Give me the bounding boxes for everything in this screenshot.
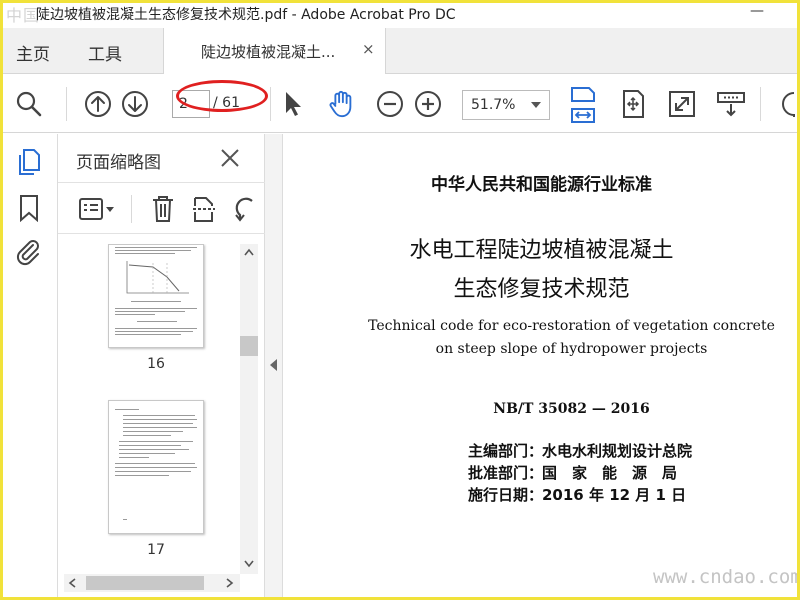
app-logo: 中国 — [6, 6, 41, 25]
scrollbar-thumb[interactable] — [86, 576, 204, 590]
panel-toolbar — [58, 182, 265, 234]
scrollbar-thumb[interactable] — [240, 336, 258, 356]
document-title-line2: 生态修复技术规范 — [453, 277, 630, 302]
collapse-panel-icon[interactable] — [270, 359, 277, 371]
scroll-left-icon[interactable] — [68, 578, 76, 588]
tab-document[interactable]: 陡边坡植被混凝土... × — [163, 28, 386, 74]
thumbnail-vertical-scrollbar[interactable] — [240, 244, 258, 574]
scroll-up-icon[interactable] — [244, 248, 254, 256]
minimize-button[interactable]: — — [743, 0, 771, 26]
toolbar-separator — [66, 87, 67, 121]
chevron-down-icon — [531, 102, 541, 108]
panel-title: 页面缩略图 — [76, 153, 161, 173]
document-title-line1: 水电工程陡边坡植被混凝土 — [409, 238, 674, 263]
page-thumbnails-icon[interactable] — [16, 148, 42, 176]
tab-document-label: 陡边坡植被混凝土... — [201, 43, 336, 61]
meta-value: 2016 年 12 月 1 日 — [542, 486, 687, 504]
zoom-value: 51.7% — [471, 97, 516, 113]
previous-page-icon[interactable] — [83, 89, 113, 119]
fit-width-icon[interactable] — [567, 85, 599, 125]
tab-tools[interactable]: 工具 — [88, 40, 122, 65]
toolbar-separator — [760, 87, 761, 121]
tab-home[interactable]: 主页 — [16, 40, 50, 65]
scroll-down-icon[interactable] — [244, 560, 254, 568]
toolbar-separator — [270, 87, 271, 121]
close-tab-icon[interactable]: × — [362, 40, 375, 58]
insert-page-icon[interactable] — [192, 195, 218, 223]
delete-page-icon[interactable] — [150, 195, 176, 223]
meta-value: 水电水利规划设计总院 — [542, 442, 693, 460]
title-bar: 中国 陡边坡植被混凝土生态修复技术规范.pdf - Adobe Acrobat … — [0, 0, 800, 28]
tab-bar: 主页 工具 陡边坡植被混凝土... × — [0, 28, 800, 74]
navigation-rail — [0, 134, 58, 600]
full-screen-icon[interactable] — [667, 89, 697, 119]
meta-label: 批准部门： — [468, 464, 544, 482]
zoom-dropdown[interactable]: 51.7% — [462, 90, 550, 120]
thumbnail-graph — [126, 261, 189, 294]
zoom-out-icon[interactable] — [375, 89, 405, 119]
fit-page-icon[interactable] — [618, 89, 648, 119]
page-thumbnail[interactable] — [108, 400, 204, 534]
thumbnail-list: 16 17 — [58, 244, 238, 574]
bookmark-icon[interactable] — [18, 194, 40, 222]
meta-value: 国 家 能 源 局 — [542, 464, 678, 482]
panel-splitter[interactable] — [265, 134, 283, 600]
hand-tool-icon[interactable] — [325, 89, 357, 119]
document-view[interactable]: 中华人民共和国能源行业标准 水电工程陡边坡植被混凝土 生态修复技术规范 Tech… — [283, 134, 800, 600]
zoom-in-icon[interactable] — [413, 89, 443, 119]
thumbnail-options-icon[interactable] — [78, 197, 118, 221]
meta-label: 施行日期： — [468, 486, 544, 504]
meta-row: 主编部门：水电水利规划设计总院 — [468, 440, 692, 461]
thumbnail-page-label: 16 — [147, 356, 165, 372]
close-panel-icon[interactable] — [220, 148, 240, 168]
attachment-icon[interactable] — [16, 238, 42, 266]
english-title-line1: Technical code for eco-restoration of ve… — [368, 318, 775, 334]
thumbnail-panel: 页面缩略图 16 17 — [58, 134, 265, 600]
site-watermark: www.cndao.com — [653, 566, 800, 588]
page-thumbnail[interactable] — [108, 244, 204, 348]
meta-label: 主编部门： — [468, 442, 544, 460]
panel-separator — [131, 195, 132, 223]
next-page-icon[interactable] — [120, 89, 150, 119]
rotate-page-icon[interactable] — [234, 197, 256, 223]
meta-row: 施行日期：2016 年 12 月 1 日 — [468, 484, 686, 505]
standard-category: 中华人民共和国能源行业标准 — [431, 175, 652, 195]
page-number-input[interactable]: 2 — [172, 90, 210, 118]
search-icon[interactable] — [14, 89, 44, 119]
read-mode-icon[interactable] — [715, 89, 747, 119]
english-title-line2: on steep slope of hydropower projects — [435, 341, 708, 357]
scroll-right-icon[interactable] — [226, 578, 234, 588]
main-toolbar: 2 / 61 51.7% — [0, 75, 800, 133]
window-title: 陡边坡植被混凝土生态修复技术规范.pdf - Adobe Acrobat Pro… — [36, 7, 456, 23]
thumbnail-horizontal-scrollbar[interactable] — [64, 574, 240, 592]
page-total: / 61 — [213, 95, 240, 111]
standard-number: NB/T 35082 — 2016 — [493, 401, 650, 417]
comment-icon[interactable] — [780, 89, 800, 119]
select-cursor-icon[interactable] — [280, 89, 306, 119]
thumbnail-page-label: 17 — [147, 542, 165, 558]
meta-row: 批准部门：国 家 能 源 局 — [468, 462, 677, 483]
